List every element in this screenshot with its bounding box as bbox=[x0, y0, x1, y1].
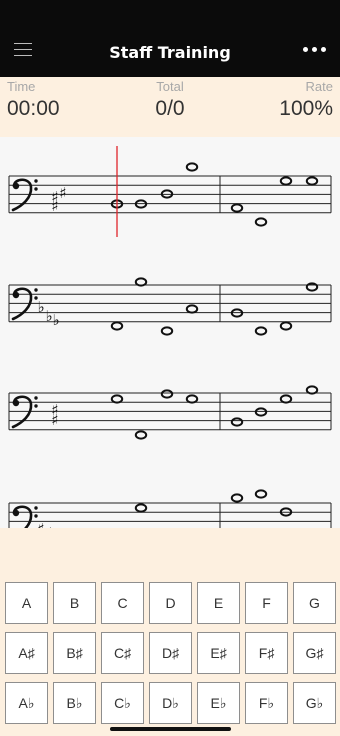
note-key[interactable]: F♯ bbox=[245, 632, 288, 674]
whole-note bbox=[230, 417, 244, 427]
whole-note bbox=[254, 407, 268, 417]
note-key[interactable]: F♭ bbox=[245, 682, 288, 724]
note-key[interactable]: C♭ bbox=[101, 682, 144, 724]
note-key[interactable]: B bbox=[53, 582, 96, 624]
whole-note bbox=[110, 394, 124, 404]
sharp-accidental: ♯ bbox=[51, 197, 58, 215]
whole-note bbox=[254, 326, 268, 336]
note-key[interactable]: D bbox=[149, 582, 192, 624]
note-key[interactable]: B♭ bbox=[53, 682, 96, 724]
flat-accidental: ♭ bbox=[52, 311, 59, 329]
flat-accidental: ♭ bbox=[37, 298, 44, 316]
stat-rate-value: 100% bbox=[279, 97, 333, 120]
whole-note bbox=[305, 176, 319, 186]
stat-rate: Rate 100% bbox=[279, 79, 333, 121]
whole-note bbox=[185, 394, 199, 404]
note-key[interactable]: D♯ bbox=[149, 632, 192, 674]
whole-note bbox=[134, 430, 148, 440]
whole-note bbox=[279, 176, 293, 186]
bass-clef-dot bbox=[34, 179, 38, 183]
note-key[interactable]: G♯ bbox=[293, 632, 336, 674]
whole-note bbox=[254, 489, 268, 499]
note-key[interactable]: C♯ bbox=[101, 632, 144, 674]
note-key[interactable]: A♯ bbox=[5, 632, 48, 674]
whole-note bbox=[185, 304, 199, 314]
note-key[interactable]: A♭ bbox=[5, 682, 48, 724]
whole-note bbox=[134, 503, 148, 513]
note-key[interactable]: G bbox=[293, 582, 336, 624]
whole-note bbox=[185, 162, 199, 172]
note-key[interactable]: E♭ bbox=[197, 682, 240, 724]
note-key[interactable]: E♯ bbox=[197, 632, 240, 674]
whole-note bbox=[160, 389, 174, 399]
note-key[interactable]: C bbox=[101, 582, 144, 624]
sharp-accidental: ♯ bbox=[51, 411, 58, 429]
sharp-accidental: ♯ bbox=[37, 520, 44, 528]
note-keyboard: A B C D E F G A♯ B♯ C♯ D♯ E♯ F♯ G♯ A♭ B♭ C♭ D♭ E♭ F♭ G♭ bbox=[0, 528, 340, 736]
bass-clef-dot bbox=[12, 182, 20, 190]
whole-note bbox=[230, 203, 244, 213]
stat-rate-label: Rate bbox=[305, 79, 333, 94]
whole-note bbox=[279, 394, 293, 404]
whole-note bbox=[230, 493, 244, 503]
bass-clef-dot bbox=[34, 404, 38, 408]
note-key[interactable]: E bbox=[197, 582, 240, 624]
whole-note bbox=[160, 326, 174, 336]
bass-clef-dot bbox=[34, 187, 38, 191]
note-key[interactable]: F bbox=[245, 582, 288, 624]
staff-notation-area: ♯♯♯♭♭♭♯♯♯♯♯♯ bbox=[0, 137, 340, 528]
whole-note bbox=[254, 217, 268, 227]
bass-clef-dot bbox=[34, 506, 38, 510]
navigation-bar: Staff Training bbox=[0, 0, 340, 77]
bass-clef-dot bbox=[12, 291, 20, 299]
whole-note bbox=[305, 282, 319, 292]
note-key[interactable]: A bbox=[5, 582, 48, 624]
bass-clef-dot bbox=[12, 509, 20, 517]
bass-clef-dot bbox=[12, 399, 20, 407]
bass-clef-dot bbox=[34, 396, 38, 400]
sharp-accidental: ♯ bbox=[59, 184, 66, 202]
whole-note bbox=[279, 321, 293, 331]
note-key[interactable]: D♭ bbox=[149, 682, 192, 724]
staff-notation: ♯♯♯♭♭♭♯♯♯♯♯♯ bbox=[8, 146, 332, 528]
more-horizontal-icon[interactable] bbox=[303, 47, 326, 52]
page-title: Staff Training bbox=[109, 43, 231, 62]
note-key[interactable]: G♭ bbox=[293, 682, 336, 724]
whole-note bbox=[110, 321, 124, 331]
bass-clef-dot bbox=[34, 514, 38, 518]
note-key[interactable]: B♯ bbox=[53, 632, 96, 674]
bass-clef-dot bbox=[34, 288, 38, 292]
home-indicator bbox=[110, 727, 231, 731]
stats-bar: Time 00:00 Total 0/0 Rate 100% bbox=[0, 77, 340, 137]
